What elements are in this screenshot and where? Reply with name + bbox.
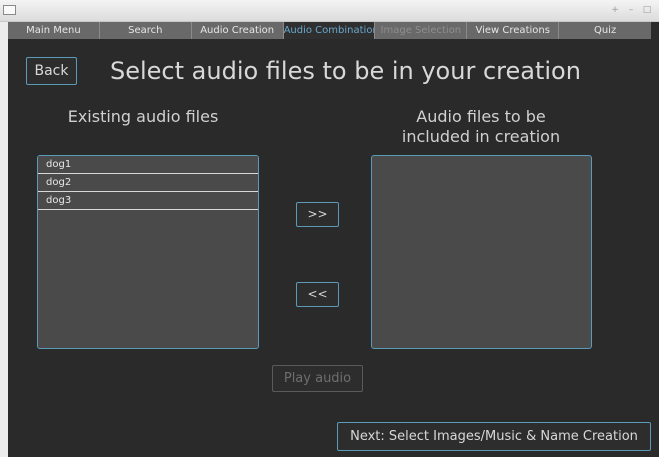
window-left-edge (0, 22, 8, 457)
remove-from-creation-button[interactable]: << (296, 282, 339, 307)
next-button[interactable]: Next: Select Images/Music & Name Creatio… (337, 422, 651, 451)
existing-audio-list[interactable]: dog1 dog2 dog3 (37, 155, 259, 349)
list-item[interactable]: dog2 (38, 174, 258, 192)
window-titlebar: + – □ (0, 0, 659, 22)
tab-quiz[interactable]: Quiz (559, 22, 652, 39)
tab-search[interactable]: Search (99, 22, 192, 39)
minimize-icon[interactable]: – (625, 4, 637, 16)
included-audio-list[interactable] (371, 155, 592, 349)
tab-view-creations[interactable]: View Creations (467, 22, 560, 39)
window-icon (3, 5, 16, 15)
existing-files-heading: Existing audio files (67, 107, 219, 126)
maximize-icon[interactable]: + (609, 4, 621, 16)
tab-main-menu[interactable]: Main Menu (8, 22, 100, 39)
restore-icon[interactable]: □ (641, 4, 653, 16)
tab-audio-creation[interactable]: Audio Creation (191, 22, 284, 39)
list-item[interactable]: dog1 (38, 156, 258, 174)
tab-audio-combination[interactable]: Audio Combination (283, 22, 376, 39)
included-files-heading: Audio files to be included in creation (401, 107, 561, 146)
page-title: Select audio files to be in your creatio… (110, 57, 581, 85)
tab-bar: Main Menu Search Audio Creation Audio Co… (8, 22, 652, 39)
back-button[interactable]: Back (26, 57, 77, 85)
play-audio-button[interactable]: Play audio (272, 365, 363, 392)
tab-image-selection: Image Selection (375, 22, 468, 39)
window-controls: + – □ (609, 4, 653, 16)
add-to-creation-button[interactable]: >> (296, 202, 339, 227)
list-item[interactable]: dog3 (38, 192, 258, 210)
